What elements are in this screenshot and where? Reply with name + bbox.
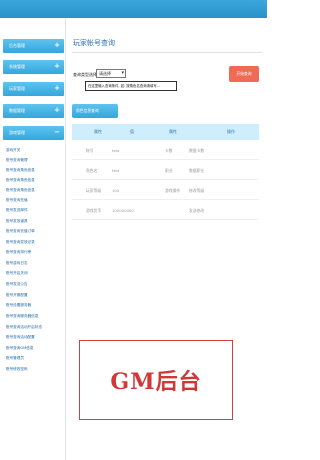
top-bar (0, 0, 267, 18)
table-cell: 游戏操作 (165, 188, 181, 193)
table-row: 角色名 test 职业 数据职业 (72, 160, 259, 180)
sidebar-item[interactable]: 账号查询GM信息 (6, 343, 64, 353)
sidebar-item[interactable]: 游戏开关 (6, 145, 64, 155)
query-button[interactable]: 开始查询 (229, 66, 259, 82)
collapse-icon: − (54, 128, 60, 136)
table-cell: test (112, 148, 120, 153)
sidebar-item[interactable]: 账号开启关闭 (6, 268, 64, 278)
sidebar-item[interactable]: 账号查询排行榜 (6, 247, 64, 257)
column-header: 属性 (94, 129, 102, 134)
expand-icon: + (54, 62, 60, 70)
result-table: 属性 值 属性 操作 帐号 test 卡数 数据卡数 角色名 test 职业 数… (72, 124, 259, 220)
sidebar-item[interactable]: 账号查询服务器信息 (6, 311, 64, 321)
sidebar-item[interactable]: 账号查询活动开启状态 (6, 322, 64, 332)
action-link[interactable]: 数据职业 (189, 168, 204, 174)
sidebar-group-label: 系统管理 (9, 64, 25, 69)
table-row: 玩家等级 100 游戏操作 修改等级 (72, 180, 259, 200)
expand-icon: + (54, 84, 60, 92)
table-cell: 角色名 (86, 168, 98, 173)
sidebar-item[interactable]: 账号管理员 (6, 353, 64, 363)
table-cell: 卡数 (165, 148, 173, 153)
sidebar-item[interactable]: 账号开服配置 (6, 290, 64, 300)
sidebar-group-label: 后台管理 (9, 43, 25, 48)
sidebar-item[interactable]: 账号查询活动配置 (6, 332, 64, 342)
sidebar-group-players[interactable]: 玩家管理 + (3, 82, 64, 96)
sidebar-item[interactable]: 账号查询角色信息 (6, 175, 64, 185)
section-header: 角色信息查询 (72, 104, 118, 118)
sidebar-item[interactable]: 账号修改密码 (6, 364, 64, 374)
table-header: 属性 值 属性 操作 (72, 124, 259, 140)
action-link[interactable]: 修改等级 (189, 188, 204, 194)
sidebar-item[interactable]: 账号发放道具 (6, 216, 64, 226)
sidebar-group-system[interactable]: 系统管理 + (3, 60, 64, 74)
sidebar-group-game[interactable]: 游戏管理 − (3, 126, 64, 140)
sidebar-item[interactable]: 账号发送公告 (6, 279, 64, 289)
table-cell: 100 (112, 188, 120, 193)
table-cell: 100000000 (112, 208, 134, 213)
query-type-label: 查询类型选择: (73, 72, 99, 77)
table-cell: 游戏货币 (86, 208, 102, 213)
sidebar-item[interactable]: 账号查询发放记录 (6, 237, 64, 247)
chevron-down-icon: ▾ (121, 70, 124, 76)
sidebar-group-admin[interactable]: 后台管理 + (3, 39, 64, 53)
gm-backend-watermark: GM后台 (79, 340, 233, 420)
table-row: 游戏货币 100000000 发送修改 (72, 200, 259, 220)
table-row: 帐号 test 卡数 数据卡数 (72, 140, 259, 160)
sidebar-item[interactable]: 账号查询角色信息 (6, 185, 64, 195)
action-link[interactable]: 发送修改 (189, 208, 204, 214)
sidebar-item[interactable]: 账号设置服务器 (6, 300, 64, 310)
column-header: 值 (130, 129, 134, 134)
sidebar-item[interactable]: 账号查询充值 (6, 195, 64, 205)
expand-icon: + (54, 106, 60, 114)
sidebar-group-label: 数据管理 (9, 108, 25, 113)
sidebar-item[interactable]: 账号查询管理 (6, 155, 64, 165)
sidebar: 后台管理 + 系统管理 + 玩家管理 + 数据管理 + 游戏管理 − 游戏开关 … (0, 18, 66, 460)
title-divider (72, 52, 262, 53)
table-cell: 玩家等级 (86, 188, 102, 193)
query-type-select[interactable]: 请选择 ▾ (96, 69, 126, 78)
select-value: 请选择 (99, 71, 111, 76)
column-header: 属性 (169, 129, 177, 134)
sidebar-item[interactable]: 账号游戏日志 (6, 258, 64, 268)
page-title: 玩家帐号查询 (73, 39, 115, 47)
sidebar-group-label: 游戏管理 (9, 130, 25, 135)
table-cell: 职业 (165, 168, 173, 173)
query-input[interactable]: 在这里输入查询条件, 如: 按角色名查询请填写... (85, 81, 177, 91)
action-link[interactable]: 数据卡数 (189, 148, 204, 154)
table-cell: 帐号 (86, 148, 94, 153)
sidebar-item[interactable]: 账号查询充值订单 (6, 226, 64, 236)
column-header: 操作 (227, 129, 235, 134)
watermark-text: GM后台 (110, 369, 202, 395)
sidebar-group-label: 玩家管理 (9, 86, 25, 91)
sidebar-item[interactable]: 账号发送邮件 (6, 205, 64, 215)
sidebar-group-data[interactable]: 数据管理 + (3, 104, 64, 118)
sidebar-item[interactable]: 账号查询角色信息 (6, 165, 64, 175)
table-cell: test (112, 168, 120, 173)
expand-icon: + (54, 41, 60, 49)
